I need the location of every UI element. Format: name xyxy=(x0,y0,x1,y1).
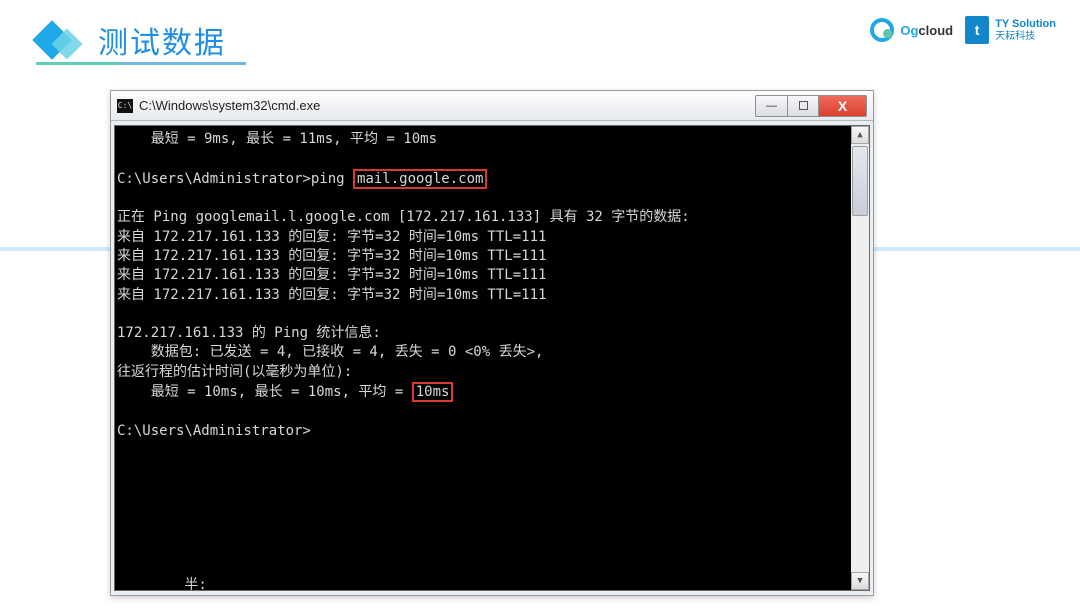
term-text-3: C:\Users\Administrator> 半: xyxy=(117,423,311,594)
maximize-button[interactable] xyxy=(787,95,819,117)
terminal-body[interactable]: 最短 = 9ms, 最长 = 11ms, 平均 = 10ms C:\Users\… xyxy=(114,125,870,591)
highlight-host: mail.google.com xyxy=(353,169,487,189)
window-buttons: — X xyxy=(755,95,867,117)
scroll-up-button[interactable]: ▲ xyxy=(851,126,869,144)
title-underline xyxy=(36,62,246,65)
scroll-down-button[interactable]: ▼ xyxy=(851,572,869,590)
highlight-avg: 10ms xyxy=(412,382,454,402)
terminal-output: 最短 = 9ms, 最长 = 11ms, 平均 = 10ms C:\Users\… xyxy=(117,130,867,596)
window-title: C:\Windows\system32\cmd.exe xyxy=(139,98,320,113)
cmd-window: C:\ C:\Windows\system32\cmd.exe — X 最短 =… xyxy=(110,90,874,596)
minimize-button[interactable]: — xyxy=(755,95,787,117)
term-text-2: 正在 Ping googlemail.l.google.com [172.217… xyxy=(117,209,690,400)
ogcloud-icon xyxy=(870,18,894,42)
ty-text: TY Solution 天耘科技 xyxy=(995,18,1056,41)
ogcloud-text: Ogcloud xyxy=(900,23,953,38)
brand-logos: Ogcloud t TY Solution 天耘科技 xyxy=(870,16,1056,44)
window-titlebar[interactable]: C:\ C:\Windows\system32\cmd.exe — X xyxy=(111,91,873,121)
close-button[interactable]: X xyxy=(819,95,867,117)
ty-badge-icon: t xyxy=(965,16,989,44)
slide-title: 测试数据 xyxy=(98,18,226,62)
scroll-thumb[interactable] xyxy=(852,146,868,216)
cmd-icon: C:\ xyxy=(117,99,133,113)
slide-header: 测试数据 Ogcloud t TY Solution 天耘科技 xyxy=(0,0,1080,70)
scrollbar[interactable]: ▲ ▼ xyxy=(851,126,869,590)
